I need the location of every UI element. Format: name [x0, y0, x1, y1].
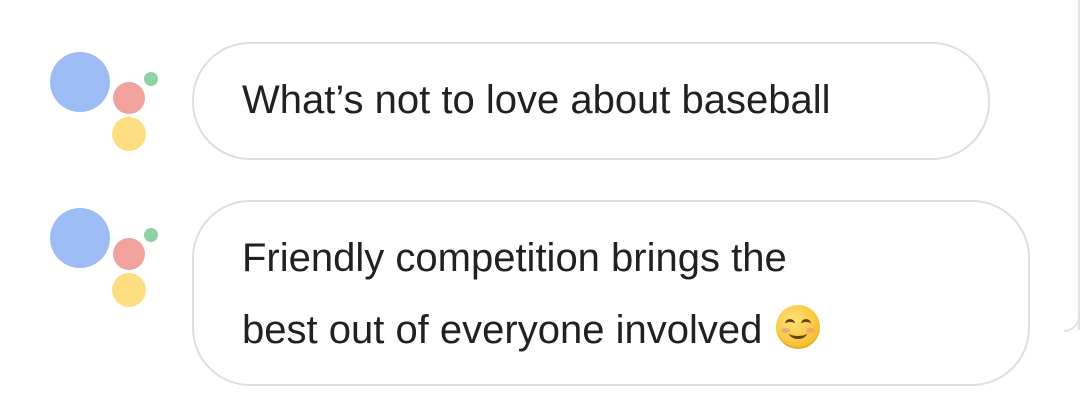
assistant-logo-icon	[50, 208, 160, 308]
message-text: Friendly competition brings the	[242, 236, 787, 280]
assistant-logo-green-dot	[144, 72, 158, 86]
assistant-logo-green-dot	[144, 228, 158, 242]
assistant-logo-blue-dot	[50, 52, 110, 112]
message-text: best out of everyone involved	[242, 308, 763, 352]
assistant-logo-red-dot	[113, 82, 145, 114]
assistant-logo-icon	[50, 52, 160, 152]
message-text-line-2: best out of everyone involved	[242, 294, 1028, 366]
assistant-logo-yellow-dot	[112, 273, 146, 307]
assistant-message-bubble[interactable]: Friendly competition brings the best out…	[192, 200, 1030, 386]
assistant-logo-yellow-dot	[112, 117, 146, 151]
assistant-logo-red-dot	[113, 238, 145, 270]
smiling-face-emoji-icon	[776, 305, 821, 349]
message-text: What’s not to love about baseball	[242, 78, 831, 122]
assistant-message-bubble[interactable]: What’s not to love about baseball	[192, 42, 990, 160]
assistant-logo-blue-dot	[50, 208, 110, 268]
